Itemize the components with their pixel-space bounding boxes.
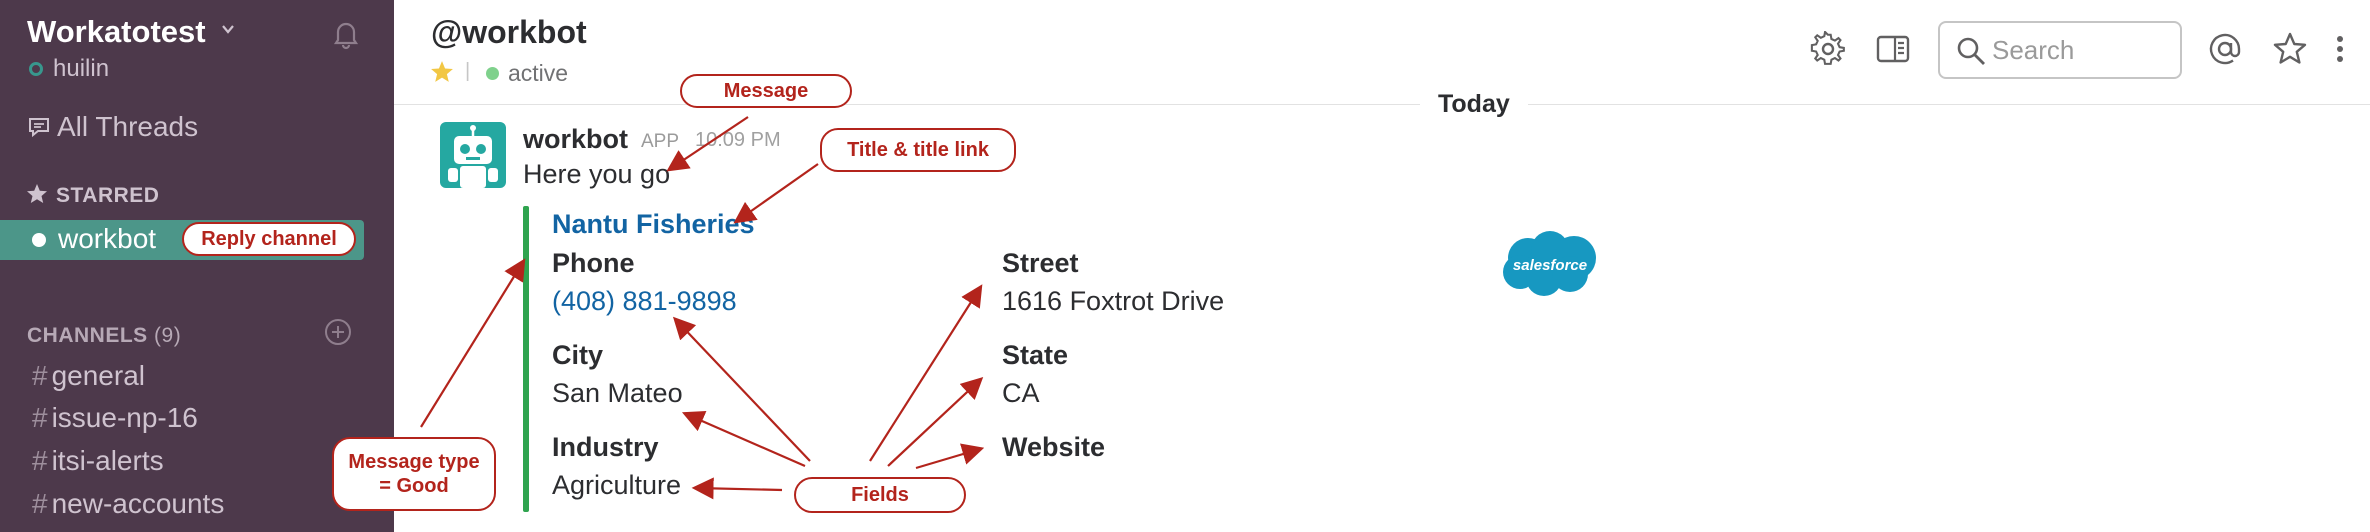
sidebar-item-channel[interactable]: # general: [32, 360, 145, 392]
field-label: Industry: [552, 432, 659, 462]
hash-icon: #: [32, 488, 48, 519]
search-icon: [1957, 37, 1985, 65]
attachment-title-link[interactable]: Nantu Fisheries: [552, 209, 755, 240]
callout-line: = Good: [379, 475, 449, 497]
channel-label: itsi-alerts: [51, 445, 164, 476]
presence-dot: [29, 62, 43, 76]
header-separator: |: [465, 60, 471, 82]
callout-fields: Fields: [794, 477, 966, 513]
field-label: State: [1002, 340, 1069, 370]
field-value: CA: [1002, 378, 1040, 408]
message-timestamp[interactable]: 10:09 PM: [695, 129, 781, 152]
field-label: Street: [1002, 248, 1079, 278]
salesforce-logo: salesforce: [1503, 231, 1596, 296]
channel-label: general: [51, 360, 145, 391]
bell-icon[interactable]: [330, 18, 362, 50]
presence-dot: [32, 233, 46, 247]
star-icon[interactable]: [2272, 31, 2308, 67]
robot-icon: [448, 125, 498, 188]
sidebar-item-channel[interactable]: # new-accounts: [32, 488, 224, 520]
status-text: active: [508, 60, 569, 86]
starred-heading: STARRED: [56, 184, 160, 207]
mention-icon[interactable]: [2207, 31, 2243, 67]
hash-icon: #: [32, 360, 48, 391]
sidebar-item-channel[interactable]: # issue-np-16: [32, 402, 198, 434]
user-name[interactable]: huilin: [53, 55, 109, 83]
star-icon: [27, 184, 47, 203]
sidebar-toggle-icon[interactable]: [1875, 31, 1911, 67]
workspace-name[interactable]: Workatotest: [27, 14, 206, 50]
callout-message-type: Message type = Good: [332, 437, 496, 511]
presence-dot: [486, 67, 499, 80]
callout-reply-channel: Reply channel: [182, 222, 356, 256]
sidebar-item-channel[interactable]: # itsi-alerts: [32, 445, 164, 477]
callout-title-link: Title & title link: [820, 128, 1016, 172]
channels-label: CHANNELS: [27, 324, 148, 347]
channel-label: issue-np-16: [51, 402, 198, 433]
app-badge: APP: [641, 131, 680, 152]
field-value: San Mateo: [552, 378, 683, 408]
sidebar-item-label[interactable]: workbot: [58, 223, 156, 255]
callout-message: Message: [680, 74, 852, 108]
all-threads-link[interactable]: All Threads: [57, 111, 198, 143]
sender-name[interactable]: workbot: [523, 124, 628, 155]
channels-count: (9): [154, 324, 182, 347]
channels-heading[interactable]: CHANNELS (9): [27, 324, 181, 348]
field-value: Agriculture: [552, 470, 682, 500]
logo-text: salesforce: [1513, 257, 1587, 274]
chevron-down-icon[interactable]: [221, 22, 235, 36]
channel-label: new-accounts: [51, 488, 225, 519]
field-label: Website: [1002, 432, 1106, 462]
field-label: City: [552, 340, 604, 370]
hash-icon: #: [32, 402, 48, 433]
attachment-color-bar: [523, 206, 529, 512]
threads-icon: [29, 118, 49, 138]
gear-icon[interactable]: [1810, 31, 1846, 67]
field-value: 1616 Foxtrot Drive: [1002, 286, 1225, 316]
day-divider: Today: [1420, 90, 1528, 119]
callout-line: Message type: [348, 451, 480, 473]
add-channel-icon[interactable]: [324, 318, 352, 346]
avatar[interactable]: [440, 122, 506, 188]
channel-title[interactable]: @workbot: [431, 14, 587, 51]
message-text: Here you go: [523, 159, 671, 189]
hash-icon: #: [32, 445, 48, 476]
field-label: Phone: [552, 248, 635, 278]
favorite-star-icon[interactable]: [430, 60, 454, 84]
phone-link[interactable]: (408) 881-9898: [552, 286, 737, 317]
search-input[interactable]: [1992, 30, 2172, 70]
more-icon[interactable]: [2322, 31, 2358, 67]
